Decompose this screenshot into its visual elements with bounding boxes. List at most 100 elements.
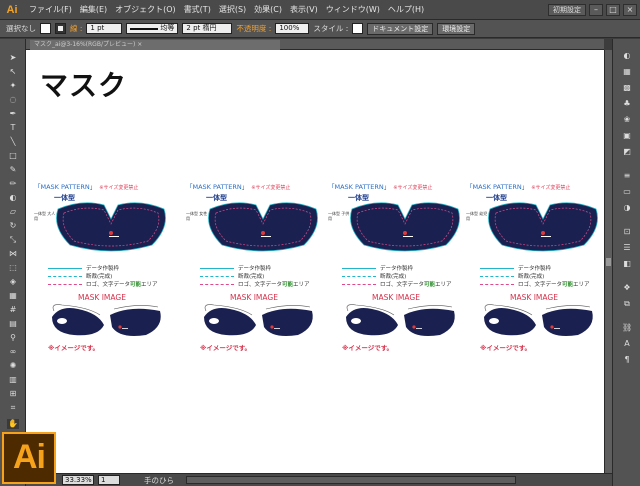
menu-select[interactable]: 選択(S) — [215, 4, 250, 15]
eraser-tool-icon[interactable]: ▱ — [7, 207, 19, 217]
mask-image-render — [346, 304, 455, 336]
legend-trim-text: 断裁(完成) — [86, 274, 113, 280]
pen-tool-icon[interactable]: ✒ — [7, 109, 19, 119]
fill-swatch[interactable] — [40, 23, 51, 34]
menu-edit[interactable]: 編集(E) — [76, 4, 111, 15]
blob-brush-tool-icon[interactable]: ◐ — [7, 193, 19, 203]
mask-mockup: 「MASK PATTERN」 ※サイズ変更禁止 一体型 一体型 子供用 データ作製… — [328, 181, 464, 352]
artboards-panel-icon[interactable]: ⧉ — [622, 299, 632, 308]
legend-bleed: データ作製枠 — [480, 264, 551, 272]
symbol-sprayer-tool-icon[interactable]: ✺ — [7, 361, 19, 371]
perspective-grid-tool-icon[interactable]: ▦ — [7, 291, 19, 301]
graphic-style-swatch[interactable] — [352, 23, 364, 34]
magic-wand-tool-icon[interactable]: ✦ — [7, 81, 19, 91]
menu-effect[interactable]: 効果(C) — [250, 4, 286, 15]
rotate-tool-icon[interactable]: ↻ — [7, 221, 19, 231]
menu-bar: Ai ファイル(F) 編集(E) オブジェクト(O) 書式(T) 選択(S) 効… — [0, 0, 640, 20]
legend-safe-text-b: 可能 — [130, 282, 142, 288]
pattern-title-text: 「MASK PATTERN」 — [466, 183, 529, 191]
transparency-panel-icon[interactable]: ◑ — [622, 203, 632, 212]
rectangle-tool-icon[interactable]: □ — [7, 151, 19, 161]
lasso-tool-icon[interactable]: ◌ — [7, 95, 19, 105]
legend-safe-text-c: エリア — [435, 282, 452, 288]
menu-window[interactable]: ウィンドウ(W) — [322, 4, 384, 15]
scale-tool-icon[interactable]: ⤡ — [7, 235, 19, 245]
brushes-panel-icon[interactable]: ♣ — [622, 99, 632, 108]
hand-tool-icon[interactable]: ✋ — [7, 419, 19, 429]
legend-trim-text: 断裁(完成) — [380, 274, 407, 280]
swatches-panel-icon[interactable]: ▩ — [622, 83, 632, 92]
variable-width-profile[interactable]: 均等 — [126, 23, 179, 34]
illustrator-logo: Ai — [2, 432, 56, 484]
mesh-tool-icon[interactable]: # — [7, 305, 19, 315]
artboard-number-field[interactable]: 1 — [98, 475, 120, 485]
vertical-scroll-thumb[interactable] — [606, 258, 611, 266]
opacity-field[interactable]: 100% — [275, 23, 310, 34]
layers-panel-icon[interactable]: ❖ — [622, 283, 632, 292]
character-panel-icon[interactable]: A — [622, 339, 632, 348]
graphic-styles-panel-icon[interactable]: ▣ — [622, 131, 632, 140]
shape-builder-tool-icon[interactable]: ◈ — [7, 277, 19, 287]
line-tool-icon[interactable]: ╲ — [7, 137, 19, 147]
type-tool-icon[interactable]: T — [7, 123, 19, 133]
appearance-panel-icon[interactable]: ◩ — [622, 147, 632, 156]
legend-safe-text-c: エリア — [141, 282, 158, 288]
zoom-level-field[interactable]: 33.33% — [62, 475, 94, 485]
links-panel-icon[interactable]: ⛓ — [622, 323, 632, 332]
legend-safe-text-c: エリア — [293, 282, 310, 288]
pencil-tool-icon[interactable]: ✏ — [7, 179, 19, 189]
mask-mockup: 「MASK PATTERN」 ※サイズ変更禁止 一体型 一体型 女性用 データ作製… — [186, 181, 322, 352]
column-graph-tool-icon[interactable]: ▥ — [7, 375, 19, 385]
legend-trim: 断裁(完成) — [200, 272, 264, 280]
pattern-title-text: 「MASK PATTERN」 — [34, 183, 97, 191]
artboard-canvas[interactable]: マスク 「MASK PATTERN」 ※サイズ変更禁止 一体型 一体型 大人用 デ… — [26, 50, 604, 473]
pattern-title-text: 「MASK PATTERN」 — [328, 183, 391, 191]
free-transform-tool-icon[interactable]: ⬚ — [7, 263, 19, 273]
pathfinder-panel-icon[interactable]: ◧ — [622, 259, 632, 268]
color-panel-icon[interactable]: ◐ — [622, 51, 632, 60]
color-guide-panel-icon[interactable]: ▦ — [622, 67, 632, 76]
mask-mockup: 「MASK PATTERN」 ※サイズ変更禁止 一体型 一体型 幼児用 データ作製… — [466, 181, 602, 352]
menu-help[interactable]: ヘルプ(H) — [384, 4, 428, 15]
menu-view[interactable]: 表示(V) — [286, 4, 322, 15]
width-tool-icon[interactable]: ⋈ — [7, 249, 19, 259]
opacity-label[interactable]: 不透明度 : — [236, 23, 271, 34]
stroke-weight-field[interactable]: 1 pt — [86, 23, 123, 34]
menu-file[interactable]: ファイル(F) — [25, 4, 76, 15]
align-panel-icon[interactable]: ☰ — [622, 243, 632, 252]
status-bar: 33.33% 1 手のひら — [26, 473, 612, 486]
brush-definition[interactable]: 2 pt 楕円 — [182, 23, 233, 34]
page-title: マスク — [40, 69, 128, 102]
legend-safe-area: ロゴ、文字データ 可能 エリア — [480, 280, 590, 288]
blend-tool-icon[interactable]: ∞ — [7, 347, 19, 357]
menu-type[interactable]: 書式(T) — [180, 4, 215, 15]
maximize-button[interactable]: □ — [606, 3, 620, 16]
stroke-panel-icon[interactable]: ≡ — [622, 171, 632, 180]
stroke-swatch[interactable] — [55, 23, 66, 34]
symbols-panel-icon[interactable]: ❀ — [622, 115, 632, 124]
horizontal-scrollbar[interactable] — [186, 476, 516, 484]
document-setup-button[interactable]: ドキュメント設定 — [367, 22, 434, 35]
transform-panel-icon[interactable]: ⊡ — [622, 227, 632, 236]
vertical-scrollbar[interactable] — [604, 50, 612, 473]
minimize-button[interactable]: – — [589, 3, 603, 16]
gradient-panel-icon[interactable]: ▭ — [622, 187, 632, 196]
legend-bleed-text: データ作製枠 — [518, 266, 552, 272]
direct-selection-tool-icon[interactable]: ↖ — [7, 67, 19, 77]
legend-bleed: データ作製枠 — [48, 264, 119, 272]
workspace-switcher[interactable]: 初期設定 — [548, 3, 586, 16]
stroke-label[interactable]: 線 : — [70, 23, 82, 34]
slice-tool-icon[interactable]: ⌗ — [7, 403, 19, 413]
gradient-tool-icon[interactable]: ▤ — [7, 319, 19, 329]
paintbrush-tool-icon[interactable]: ✎ — [7, 165, 19, 175]
eyedropper-tool-icon[interactable]: ⚲ — [7, 333, 19, 343]
paragraph-panel-icon[interactable]: ¶ — [622, 355, 632, 364]
selection-tool-icon[interactable]: ➤ — [7, 53, 19, 63]
document-tab[interactable]: マスク_ai@3-16%(RGB/プレビュー) × — [30, 40, 280, 50]
selection-status: 選択なし — [6, 24, 36, 33]
menu-object[interactable]: オブジェクト(O) — [111, 4, 180, 15]
preferences-button[interactable]: 環境設定 — [437, 22, 476, 35]
close-button[interactable]: × — [623, 3, 637, 16]
pattern-note: ※サイズ変更禁止 — [531, 185, 571, 191]
artboard-tool-icon[interactable]: ⊞ — [7, 389, 19, 399]
